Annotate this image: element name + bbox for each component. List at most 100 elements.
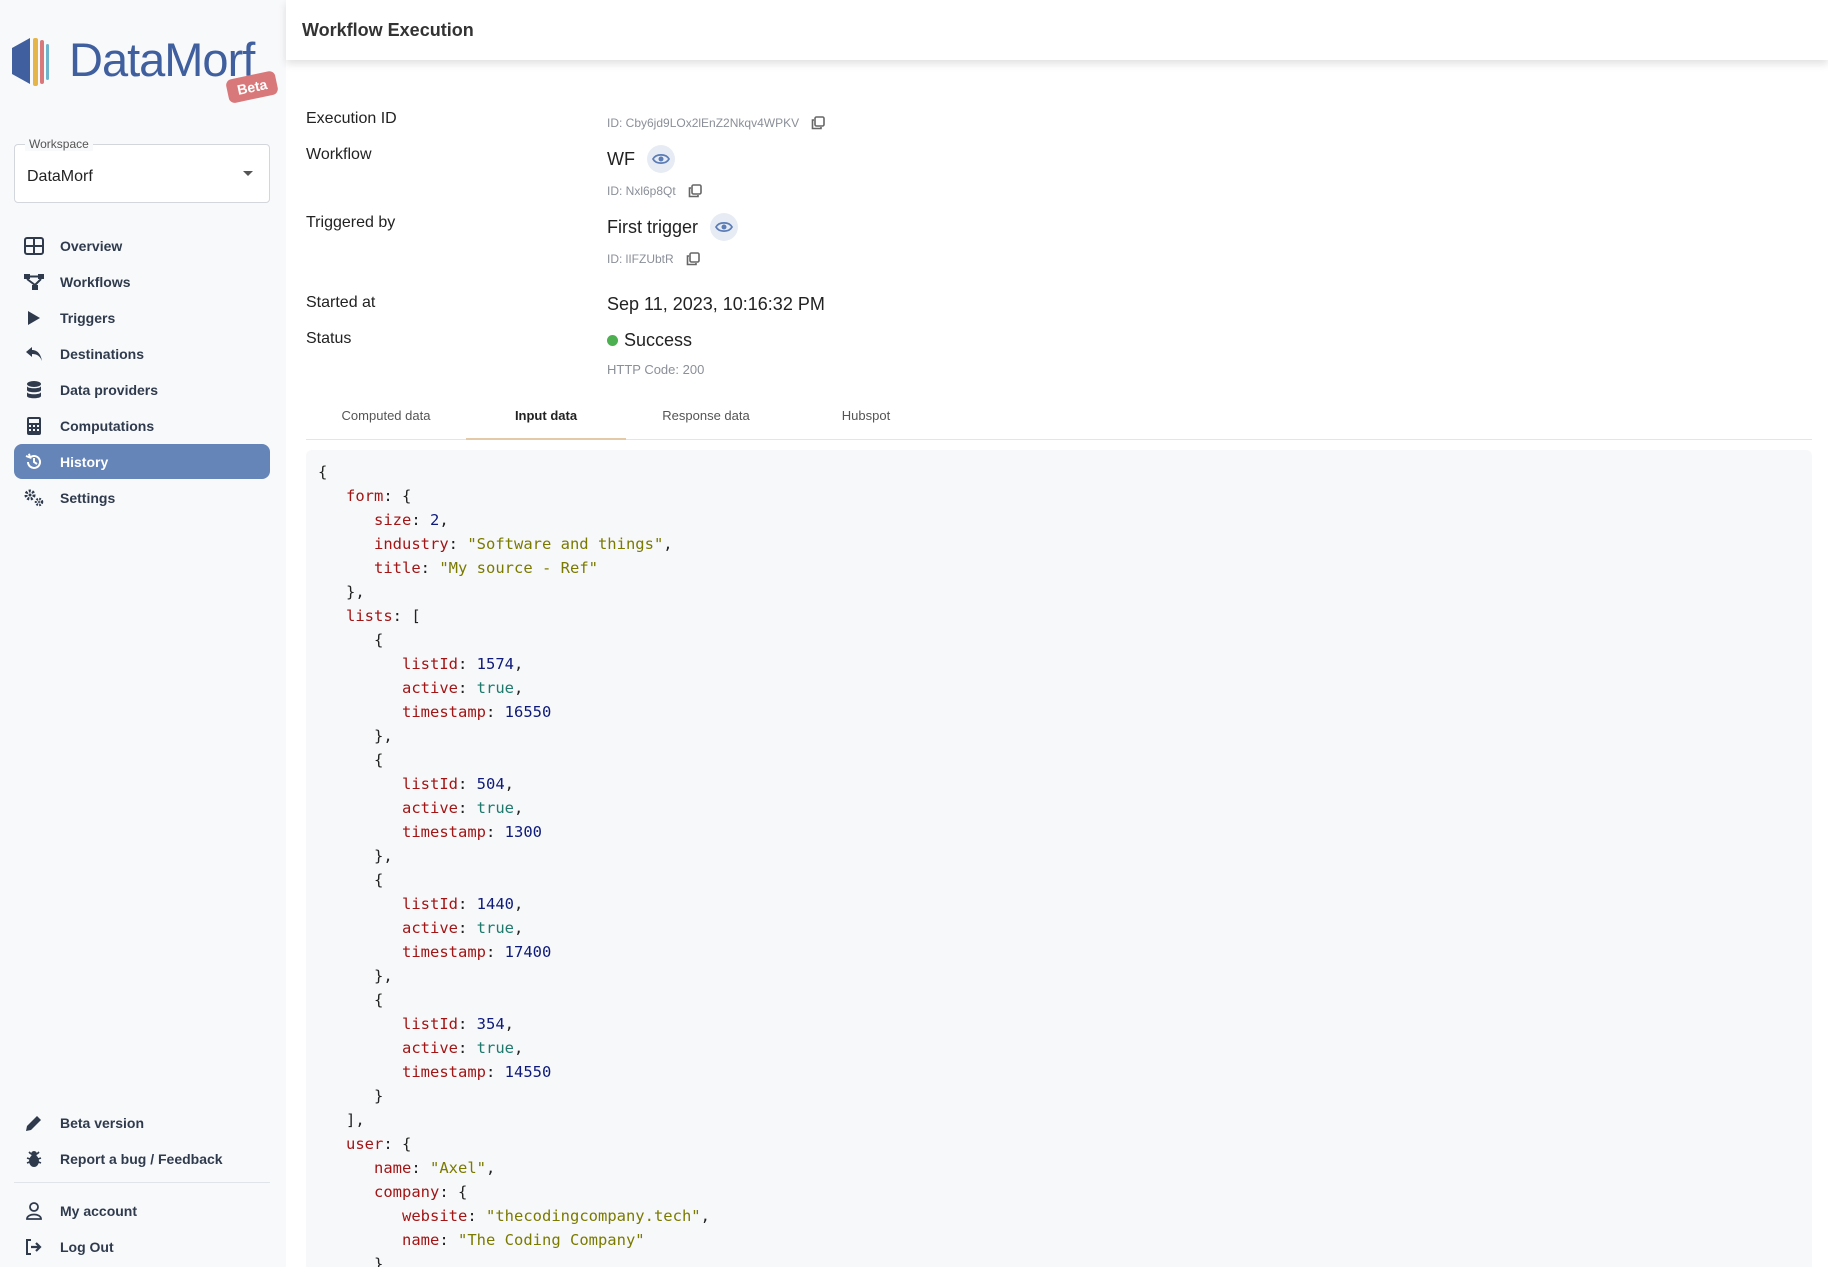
nav-item-data-providers[interactable]: Data providers (14, 372, 270, 407)
execution-id-value: ID: Cby6jd9LOx2lEnZ2Nkqv4WPKV (607, 116, 825, 130)
json-value: 2 (430, 511, 440, 529)
copy-icon[interactable] (688, 184, 702, 198)
tab-response-data[interactable]: Response data (626, 398, 786, 440)
nav-item-destinations[interactable]: Destinations (14, 336, 270, 371)
history-icon (22, 452, 46, 472)
http-code: HTTP Code: 200 (607, 362, 705, 377)
workflow-id-value: ID: Nxl6p8Qt (607, 184, 702, 198)
trigger-name: First trigger (607, 216, 699, 237)
workspace-label: Workspace (25, 137, 93, 151)
nav-item-history[interactable]: History (14, 444, 270, 479)
workspace-select[interactable]: Workspace DataMorf (14, 137, 270, 203)
bug-icon (22, 1149, 46, 1169)
json-value: "My source - Ref" (439, 559, 598, 577)
brand-name: DataMorf (69, 33, 255, 86)
nav-label: Computations (60, 417, 155, 434)
trigger-id-value: ID: lIFZUbtR (607, 252, 700, 266)
status-dot-icon (607, 335, 618, 346)
json-value: true (476, 799, 514, 817)
json-value: "The Coding Company" (458, 1231, 645, 1249)
execution-id-text: ID: Cby6jd9LOx2lEnZ2Nkqv4WPKV (607, 116, 800, 130)
database-icon (22, 380, 46, 400)
json-value: "Axel" (430, 1159, 486, 1177)
play-icon (22, 308, 46, 328)
calculator-icon (22, 416, 46, 436)
nav-item-computations[interactable]: Computations (14, 408, 270, 443)
workflow-id-text: ID: Nxl6p8Qt (607, 184, 676, 198)
divider (14, 1182, 270, 1183)
started-at-value: Sep 11, 2023, 10:16:32 PM (607, 294, 825, 314)
nav-label: Destinations (60, 345, 145, 362)
json-value: 1300 (504, 823, 542, 841)
json-value: "thecodingcompany.tech" (486, 1207, 701, 1225)
logout-icon (22, 1237, 46, 1257)
nav-item-triggers[interactable]: Triggers (14, 300, 270, 335)
main-nav: Overview Workflows Triggers Destinations (14, 228, 270, 516)
trigger-id-text: ID: lIFZUbtR (607, 252, 674, 266)
workflow-value: WF (607, 145, 675, 173)
gears-icon (22, 488, 46, 508)
status-label: Status (306, 330, 352, 347)
nav-item-report-bug[interactable]: Report a bug / Feedback (14, 1141, 270, 1176)
started-at-label: Started at (306, 294, 376, 311)
nav-label: My account (60, 1202, 138, 1219)
nav-label: Settings (60, 489, 116, 506)
nav-item-overview[interactable]: Overview (14, 228, 270, 263)
json-value: 354 (476, 1015, 505, 1033)
secondary-nav: Beta version Report a bug / Feedback My … (14, 1105, 270, 1265)
status-value: Success (607, 330, 692, 351)
nav-label: Overview (60, 237, 123, 254)
eye-icon (651, 153, 670, 165)
json-value: true (476, 1039, 514, 1057)
json-value: 16550 (504, 703, 552, 721)
view-trigger-button[interactable] (710, 213, 739, 241)
nav-item-workflows[interactable]: Workflows (14, 264, 270, 299)
workspace-value: DataMorf (27, 168, 93, 185)
grid-icon (22, 236, 46, 256)
triggered-by-label: Triggered by (306, 214, 396, 231)
json-value: true (476, 919, 514, 937)
page-title: Workflow Execution (302, 20, 474, 40)
nav-label: Beta version (60, 1114, 145, 1131)
nav-label: Log Out (60, 1238, 114, 1255)
copy-icon[interactable] (686, 252, 700, 266)
nav-item-log-out[interactable]: Log Out (14, 1229, 270, 1264)
nav-item-my-account[interactable]: My account (14, 1193, 270, 1228)
copy-icon[interactable] (811, 116, 825, 130)
json-viewer: { form: { size: 2, industry: "Software a… (306, 450, 1812, 1267)
nav-item-settings[interactable]: Settings (14, 480, 270, 515)
execution-id-label: Execution ID (306, 110, 397, 127)
workflow-label: Workflow (306, 146, 372, 163)
nav-label: Workflows (60, 273, 131, 290)
nav-label: Triggers (60, 309, 116, 326)
logo-mark-icon (12, 38, 49, 86)
nav-item-beta-version[interactable]: Beta version (14, 1105, 270, 1140)
view-workflow-button[interactable] (646, 145, 675, 173)
tab-hubspot[interactable]: Hubspot (786, 398, 946, 440)
json-value: 14550 (504, 1063, 552, 1081)
trigger-value: First trigger (607, 213, 739, 241)
json-value: "Software and things" (467, 535, 664, 553)
nav-label: Data providers (60, 381, 159, 398)
json-value: true (476, 679, 514, 697)
json-value: 1440 (476, 895, 514, 913)
pencil-icon (22, 1113, 46, 1133)
workflow-name: WF (607, 148, 635, 169)
nav-label: Report a bug / Feedback (60, 1150, 223, 1167)
user-icon (22, 1201, 46, 1221)
data-tabs: Computed data Input data Response data H… (306, 398, 1812, 440)
reply-icon (22, 344, 46, 364)
nav-label: History (60, 453, 109, 470)
eye-icon (715, 221, 734, 233)
json-value: 504 (476, 775, 505, 793)
top-bar: Workflow Execution (286, 0, 1828, 60)
flow-icon (22, 272, 46, 292)
tab-computed-data[interactable]: Computed data (306, 398, 466, 440)
caret-down-icon (243, 171, 253, 176)
sidebar: DataMorf Beta Workspace DataMorf Overvie… (0, 0, 286, 1267)
json-value: 1574 (476, 655, 514, 673)
logo[interactable]: DataMorf Beta (12, 28, 286, 108)
status-text: Success (624, 330, 693, 350)
json-value: 17400 (504, 943, 552, 961)
tab-input-data[interactable]: Input data (466, 398, 626, 440)
